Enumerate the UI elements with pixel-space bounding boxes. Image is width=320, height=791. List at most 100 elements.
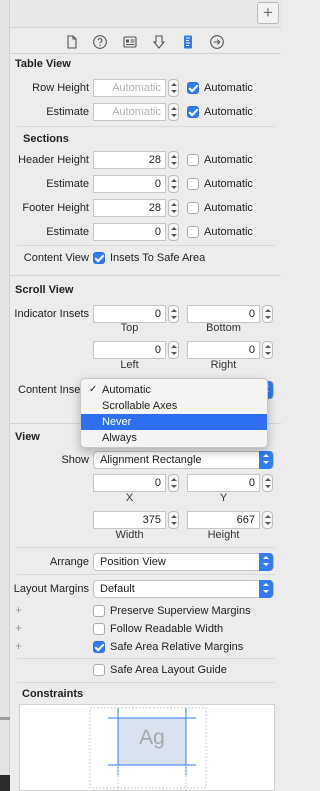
- inset-left-stepper[interactable]: [168, 341, 179, 359]
- top-strip: [10, 0, 281, 28]
- height-stepper[interactable]: [262, 511, 273, 529]
- inspector-selector-bar: [10, 29, 281, 54]
- menu-item-scrollable-axes[interactable]: Scrollable Axes: [81, 398, 267, 414]
- popup-arrows-icon: [259, 580, 273, 598]
- estimate-label: Estimate: [46, 106, 89, 118]
- add-variation-icon[interactable]: +: [15, 621, 22, 635]
- preserve-superview-margins-checkbox[interactable]: [93, 605, 105, 617]
- x-stepper[interactable]: [168, 474, 179, 492]
- inset-right-stepper[interactable]: [262, 341, 273, 359]
- add-variation-icon[interactable]: +: [15, 639, 22, 653]
- divider: [17, 682, 275, 683]
- section-divider: [10, 275, 281, 276]
- connections-inspector-icon[interactable]: [209, 34, 225, 50]
- quick-help-icon[interactable]: [92, 34, 108, 50]
- scroll-view-header: Scroll View: [15, 284, 74, 296]
- arrange-label: Arrange: [49, 556, 89, 568]
- y-caption: Y: [219, 492, 228, 504]
- y-field[interactable]: 0: [187, 474, 260, 492]
- size-inspector-icon[interactable]: [180, 34, 196, 50]
- inset-right-field[interactable]: 0: [187, 341, 260, 359]
- header-height-field[interactable]: 28: [93, 151, 166, 169]
- menu-item-always[interactable]: Always: [81, 430, 267, 446]
- divider: [17, 574, 275, 575]
- constraints-preview-text: Ag: [139, 726, 165, 749]
- follow-readable-width-label: Follow Readable Width: [110, 623, 224, 635]
- estimate-stepper[interactable]: [168, 103, 179, 121]
- divider: [17, 126, 275, 127]
- inset-left-field[interactable]: 0: [93, 341, 166, 359]
- header-height-automatic-checkbox[interactable]: [187, 154, 199, 166]
- width-stepper[interactable]: [168, 511, 179, 529]
- estimate-field[interactable]: Automatic: [93, 103, 166, 121]
- width-caption: Width: [115, 529, 144, 541]
- height-caption: Height: [207, 529, 240, 541]
- attributes-inspector-icon[interactable]: [151, 34, 167, 50]
- header-estimate-field[interactable]: 0: [93, 175, 166, 193]
- layout-margins-popup[interactable]: Default: [93, 580, 274, 598]
- header-estimate-stepper[interactable]: [168, 175, 179, 193]
- view-header: View: [15, 431, 40, 443]
- footer-height-field[interactable]: 28: [93, 199, 166, 217]
- file-inspector-icon[interactable]: [64, 34, 80, 50]
- add-variation-icon[interactable]: +: [15, 603, 22, 617]
- show-popup[interactable]: Alignment Rectangle: [93, 451, 274, 469]
- layout-margins-value: Default: [100, 583, 135, 595]
- content-insets-menu: ✓ Automatic Scrollable Axes Never Always: [80, 378, 268, 448]
- width-field[interactable]: 375: [93, 511, 166, 529]
- menu-item-label: Never: [102, 416, 132, 428]
- popup-arrows-icon: [259, 553, 273, 571]
- divider: [17, 547, 275, 548]
- row-height-stepper[interactable]: [168, 79, 179, 97]
- estimate-automatic-checkbox[interactable]: [187, 106, 199, 118]
- gutter-dark-block: [0, 775, 10, 791]
- safe-area-relative-margins-checkbox[interactable]: [93, 641, 105, 653]
- row-height-automatic-label: Automatic: [204, 82, 253, 94]
- preserve-superview-margins-label: Preserve Superview Margins: [110, 605, 251, 617]
- show-value: Alignment Rectangle: [100, 454, 202, 466]
- footer-height-automatic-checkbox[interactable]: [187, 202, 199, 214]
- constraints-preview: Ag: [19, 704, 275, 791]
- footer-height-stepper[interactable]: [168, 199, 179, 217]
- x-field[interactable]: 0: [93, 474, 166, 492]
- add-button[interactable]: +: [257, 2, 279, 24]
- layout-margins-label: Layout Margins: [13, 583, 89, 595]
- inset-bottom-stepper[interactable]: [262, 305, 273, 323]
- row-height-automatic-checkbox[interactable]: [187, 82, 199, 94]
- inset-top-stepper[interactable]: [168, 305, 179, 323]
- gutter-marker: [0, 717, 10, 720]
- height-field[interactable]: 667: [187, 511, 260, 529]
- inset-top-field[interactable]: 0: [93, 305, 166, 323]
- inset-bottom-caption: Bottom: [206, 322, 241, 334]
- table-view-header: Table View: [15, 58, 71, 70]
- footer-estimate-field[interactable]: 0: [93, 223, 166, 241]
- menu-item-never[interactable]: Never: [81, 414, 267, 430]
- checkmark-icon: ✓: [89, 384, 98, 395]
- footer-estimate-stepper[interactable]: [168, 223, 179, 241]
- inset-top-caption: Top: [120, 322, 139, 334]
- arrange-value: Position View: [100, 556, 166, 568]
- indicator-insets-label: Indicator Insets: [14, 308, 89, 320]
- safe-area-layout-guide-checkbox[interactable]: [93, 664, 105, 676]
- header-estimate-automatic-checkbox[interactable]: [187, 178, 199, 190]
- divider: [17, 658, 275, 659]
- content-insets-label: Content Inse: [18, 384, 80, 396]
- insets-to-safe-area-label: Insets To Safe Area: [110, 252, 206, 264]
- identity-inspector-icon[interactable]: [122, 34, 138, 50]
- menu-item-label: Scrollable Axes: [102, 400, 178, 412]
- row-height-field[interactable]: Automatic: [93, 79, 166, 97]
- inset-left-caption: Left: [120, 359, 139, 371]
- header-height-stepper[interactable]: [168, 151, 179, 169]
- y-stepper[interactable]: [262, 474, 273, 492]
- menu-item-automatic[interactable]: ✓ Automatic: [81, 382, 267, 398]
- header-height-label: Header Height: [18, 154, 89, 166]
- menu-item-label: Automatic: [102, 384, 151, 396]
- arrange-popup[interactable]: Position View: [93, 553, 274, 571]
- inset-bottom-field[interactable]: 0: [187, 305, 260, 323]
- header-estimate-automatic-label: Automatic: [204, 178, 253, 190]
- insets-to-safe-area-checkbox[interactable]: [93, 252, 105, 264]
- footer-estimate-automatic-checkbox[interactable]: [187, 226, 199, 238]
- follow-readable-width-checkbox[interactable]: [93, 623, 105, 635]
- x-caption: X: [125, 492, 134, 504]
- content-view-label: Content View: [23, 252, 89, 264]
